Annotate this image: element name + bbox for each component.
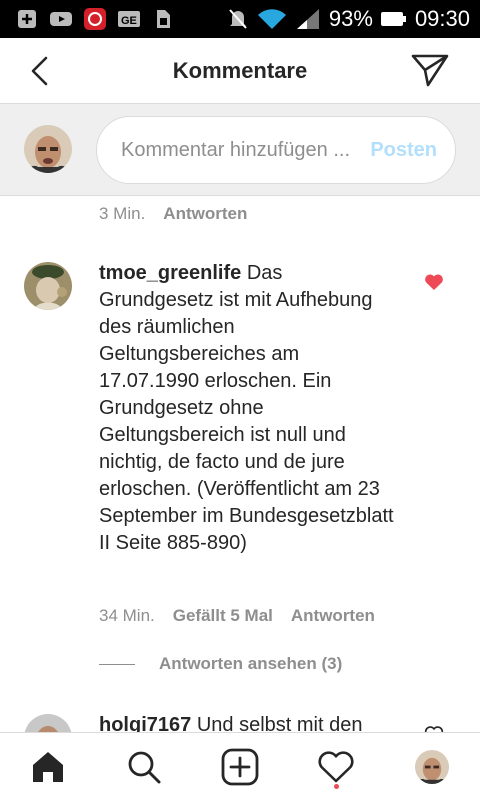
wifi-icon [257,9,287,30]
header: Kommentare [0,38,480,104]
comment-item: holgi7167 Und selbst mit den [0,712,480,734]
avatar [24,125,72,173]
reply-button[interactable]: Antworten [163,204,247,224]
nav-activity[interactable] [312,743,360,791]
back-arrow-icon [31,56,48,86]
heart-filled-icon [425,274,443,290]
activity-icon [318,750,354,782]
search-icon [128,751,161,783]
comment-username[interactable]: holgi7167 [99,714,191,734]
comment-meta: 34 Min. Gefällt 5 Mal Antworten [99,606,375,626]
likes-count[interactable]: Gefällt 5 Mal [173,606,273,626]
page-title: Kommentare [172,57,308,83]
direct-message-icon [411,54,449,87]
battery-percent: 93% [328,6,373,31]
comment-composer: Kommentar hinzufügen ... Posten [0,104,480,196]
status-bar: GE 93% 09:30 [0,0,480,38]
like-button[interactable] [424,273,446,293]
mute-icon [227,9,249,29]
profile-avatar [415,749,449,784]
avatar[interactable] [24,262,72,310]
gmail-icon: GE [118,9,140,29]
view-replies-button[interactable]: Antworten ansehen (3) [99,654,342,674]
notification-dot [334,783,339,789]
sim-icon [152,9,174,29]
svg-text:GE: GE [121,15,137,27]
comment-text: holgi7167 Und selbst mit den [99,712,399,734]
signal-icon [295,9,321,29]
comment-time: 3 Min. [99,204,146,223]
comment-username[interactable]: tmoe_greenlife [99,262,241,284]
comment-content: Und selbst mit den [196,714,363,734]
avatar[interactable] [24,714,72,734]
nav-search[interactable] [120,743,168,791]
back-button[interactable] [22,54,56,88]
comment-content: Das Grundgesetz ist mit Aufhebung des rä… [99,262,394,554]
bottom-navigation [0,732,480,800]
previous-comment-meta: 3 Min. Antworten [99,204,247,224]
youtube-icon [50,9,72,29]
comment-text: tmoe_greenlife Das Grundgesetz ist mit A… [99,260,399,557]
app-icon [84,8,106,30]
add-icon [16,9,38,29]
comment-time: 34 Min. [99,606,155,625]
nav-profile[interactable] [408,743,456,791]
comment-placeholder: Kommentar hinzufügen ... [121,138,351,161]
battery-icon [380,9,407,29]
direct-message-button[interactable] [410,52,450,88]
post-button[interactable]: Posten [370,139,437,162]
clock: 09:30 [414,6,470,31]
replies-divider [99,663,135,665]
nav-add-post[interactable] [216,743,264,791]
comment-input[interactable]: Kommentar hinzufügen ... Posten [96,116,456,184]
nav-home[interactable] [24,743,72,791]
reply-button[interactable]: Antworten [291,606,375,626]
home-icon [33,751,63,782]
view-replies-label[interactable]: Antworten ansehen (3) [159,654,342,674]
add-post-icon [221,748,259,785]
